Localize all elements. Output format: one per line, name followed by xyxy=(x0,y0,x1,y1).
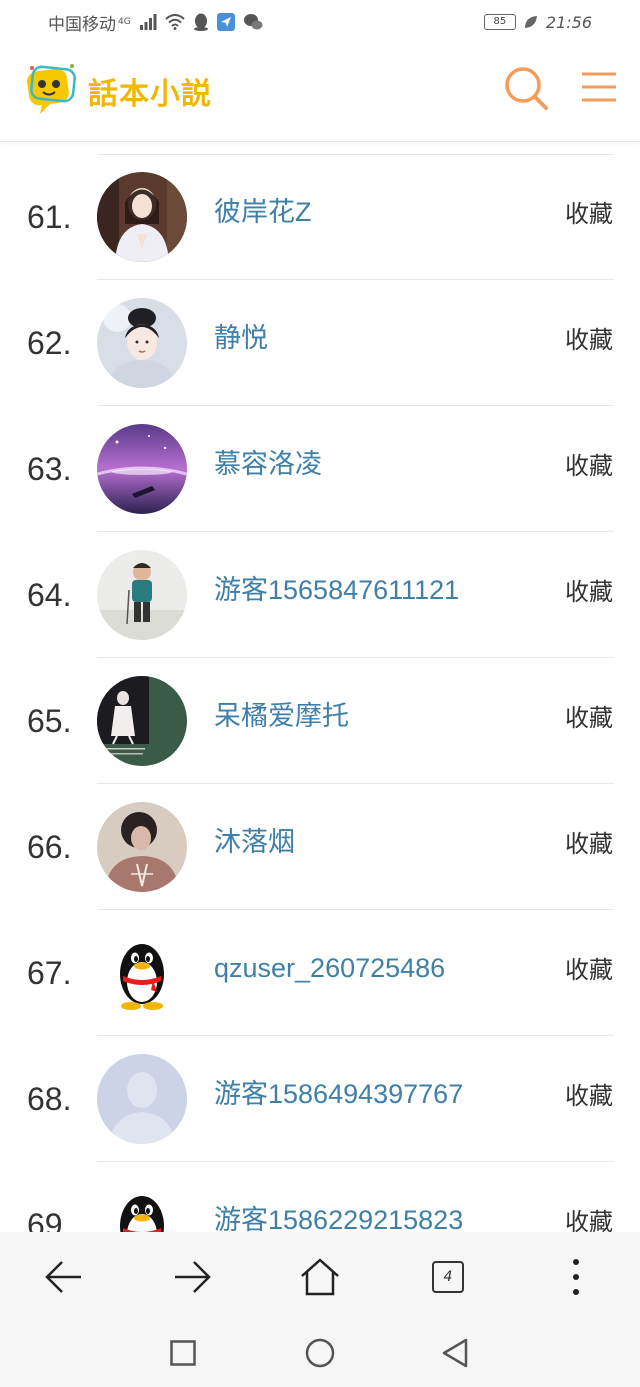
avatar[interactable] xyxy=(97,1054,187,1144)
user-name-link[interactable]: 静悦 xyxy=(214,280,268,396)
qq-penguin-icon xyxy=(120,1196,164,1232)
menu-icon xyxy=(582,72,616,102)
app-notification-icon xyxy=(216,13,235,31)
battery-indicator: 85 xyxy=(483,14,516,30)
qq-notification-icon xyxy=(193,13,209,31)
rank-number: 67. xyxy=(27,955,72,991)
browser-toolbar: 4 xyxy=(0,1232,640,1387)
favorite-button[interactable]: 收藏 xyxy=(565,658,613,778)
rank-number: 63. xyxy=(27,451,72,487)
favorite-button[interactable]: 收藏 xyxy=(565,406,613,526)
rank-number: 66. xyxy=(27,829,72,865)
favorite-button[interactable]: 收藏 xyxy=(565,280,613,400)
avatar[interactable] xyxy=(97,550,187,640)
list-item[interactable]: 66. 沐落烟 收藏 xyxy=(0,784,640,910)
user-name-link[interactable]: 游客1565847611121 xyxy=(214,532,459,648)
recent-apps-button[interactable] xyxy=(158,1332,208,1374)
carrier-label: 中国移动 xyxy=(48,14,116,35)
square-icon xyxy=(170,1340,196,1366)
user-name-link[interactable]: 慕容洛凌 xyxy=(214,406,322,522)
tabs-button[interactable]: 4 xyxy=(416,1252,480,1302)
user-ranking-list: 61. 彼岸花Z 收藏 62. 静悦 收藏 63. 慕容洛凌 收藏 64. 游客… xyxy=(0,154,640,1232)
back-button[interactable] xyxy=(32,1252,96,1302)
avatar[interactable] xyxy=(97,928,187,1018)
list-item[interactable]: 68. 游客1586494397767 收藏 xyxy=(0,1036,640,1162)
list-item[interactable]: 67. qzuser_260725486 收藏 xyxy=(0,910,640,1036)
user-name-link[interactable]: 游客1586494397767 xyxy=(214,1036,463,1152)
wechat-icon xyxy=(243,13,263,31)
more-button[interactable] xyxy=(544,1252,608,1302)
system-back-button[interactable] xyxy=(430,1332,480,1374)
user-name-link[interactable]: 呆橘爱摩托 xyxy=(214,658,349,774)
app-header: 話本小説 xyxy=(0,44,640,142)
rank-number: 62. xyxy=(27,325,72,361)
logo-text: 話本小説 xyxy=(88,77,212,112)
list-item[interactable]: 69. 游客1586229215823 收藏 xyxy=(0,1162,640,1232)
clock: 21:56 xyxy=(545,12,592,32)
search-icon xyxy=(505,67,548,110)
user-name-link[interactable]: qzuser_260725486 xyxy=(214,910,445,1026)
tab-count: 4 xyxy=(432,1261,464,1293)
favorite-button[interactable]: 收藏 xyxy=(565,784,613,904)
home-icon xyxy=(301,1258,339,1296)
network-label: 4G xyxy=(118,17,131,27)
favorite-button[interactable]: 收藏 xyxy=(565,532,613,652)
user-name-link[interactable]: 彼岸花Z xyxy=(214,154,312,270)
rank-number: 68. xyxy=(27,1081,72,1117)
user-name-link[interactable]: 沐落烟 xyxy=(214,784,295,900)
signal-icon xyxy=(139,14,157,30)
rank-number: 65. xyxy=(27,703,72,739)
search-button[interactable] xyxy=(502,64,550,112)
list-item[interactable]: 64. 游客1565847611121 收藏 xyxy=(0,532,640,658)
avatar[interactable] xyxy=(97,298,187,388)
avatar[interactable] xyxy=(97,172,187,262)
favorite-button[interactable]: 收藏 xyxy=(565,1036,613,1156)
forward-arrow-icon xyxy=(175,1261,211,1293)
avatar[interactable] xyxy=(97,676,187,766)
avatar[interactable] xyxy=(97,1180,187,1232)
favorite-button[interactable]: 收藏 xyxy=(565,154,613,274)
rank-number: 64. xyxy=(27,577,72,613)
triangle-back-icon xyxy=(442,1338,468,1368)
home-button[interactable] xyxy=(288,1252,352,1302)
wifi-icon xyxy=(165,14,185,30)
forward-button[interactable] xyxy=(160,1252,224,1302)
qq-penguin-icon xyxy=(120,944,164,1010)
rank-number: 69. xyxy=(27,1207,72,1232)
site-logo[interactable]: 話本小説 xyxy=(24,60,212,122)
leaf-icon xyxy=(524,15,538,29)
rank-number: 61. xyxy=(27,199,72,235)
favorite-button[interactable]: 收藏 xyxy=(565,910,613,1030)
default-avatar-icon xyxy=(97,1054,187,1144)
list-item[interactable]: 63. 慕容洛凌 收藏 xyxy=(0,406,640,532)
logo-mascot-icon xyxy=(24,60,82,122)
status-bar: 中国移动 4G 85 21:56 xyxy=(0,0,640,44)
menu-button[interactable] xyxy=(578,66,620,108)
list-item[interactable]: 65. 呆橘爱摩托 收藏 xyxy=(0,658,640,784)
back-arrow-icon xyxy=(45,1261,81,1293)
system-home-button[interactable] xyxy=(295,1332,345,1374)
avatar[interactable] xyxy=(97,424,187,514)
list-item[interactable]: 61. 彼岸花Z 收藏 xyxy=(0,154,640,280)
avatar[interactable] xyxy=(97,802,187,892)
status-right: 85 21:56 xyxy=(483,12,592,32)
list-item[interactable]: 62. 静悦 收藏 xyxy=(0,280,640,406)
status-left: 中国移动 4G xyxy=(48,10,263,35)
user-name-link[interactable]: 游客1586229215823 xyxy=(214,1162,463,1232)
more-vertical-icon xyxy=(573,1259,579,1295)
favorite-button[interactable]: 收藏 xyxy=(565,1162,613,1232)
circle-icon xyxy=(305,1338,335,1368)
